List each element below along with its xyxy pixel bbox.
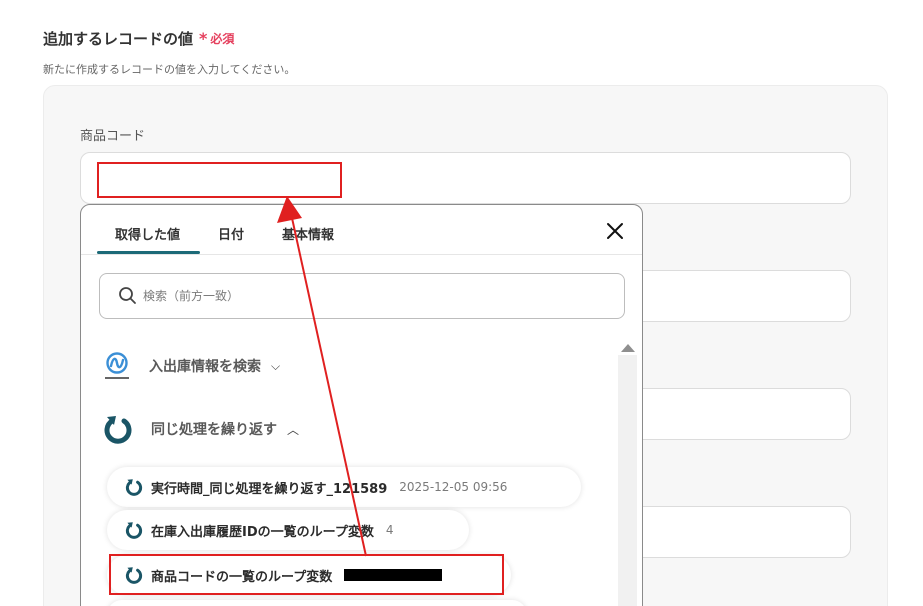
- section-title: 追加するレコードの値 * 必須: [43, 28, 234, 49]
- list-item[interactable]: 在庫入出庫履歴IDの一覧のループ変数 4: [107, 510, 469, 550]
- list-item[interactable]: [107, 600, 527, 606]
- asterisk-icon: *: [199, 29, 208, 48]
- item-label: 在庫入出庫履歴IDの一覧のループ変数: [151, 524, 374, 540]
- value-picker-popup: 取得した値 日付 基本情報 入出庫情報を検索 ⌵ 同じ処理を繰り返す ︿: [80, 204, 643, 606]
- annotation-highlight-input: [97, 162, 342, 198]
- field-label-product-code: 商品コード: [80, 129, 146, 144]
- chevron-up-icon: ︿: [287, 422, 300, 437]
- loop-icon: [125, 479, 143, 496]
- group-inventory-search[interactable]: 入出庫情報を検索 ⌵: [103, 351, 280, 381]
- tab-date[interactable]: 日付: [218, 224, 244, 243]
- section-title-text: 追加するレコードの値: [43, 30, 194, 48]
- active-tab-indicator: [97, 251, 200, 254]
- group-label: 同じ処理を繰り返す: [151, 422, 277, 438]
- search-icon: [119, 287, 136, 304]
- tab-bar: 取得した値 日付 基本情報: [81, 205, 642, 255]
- search-box: [99, 273, 625, 319]
- group-label: 入出庫情報を検索: [149, 359, 261, 375]
- tab-basic-info[interactable]: 基本情報: [282, 224, 334, 243]
- chevron-down-icon: ⌵: [271, 358, 281, 373]
- tab-acquired-values[interactable]: 取得した値: [115, 224, 180, 243]
- next-engine-logo-icon: [105, 352, 129, 379]
- loop-icon: [104, 416, 132, 444]
- search-input[interactable]: [143, 285, 603, 307]
- scroll-up-arrow-icon[interactable]: [621, 344, 635, 352]
- scrollbar-track[interactable]: [618, 355, 637, 606]
- item-label: 実行時間_同じ処理を繰り返す_121589: [151, 481, 388, 497]
- annotation-highlight-item: [109, 554, 504, 595]
- loop-icon: [125, 522, 143, 539]
- required-label: 必須: [210, 32, 235, 46]
- list-item[interactable]: 実行時間_同じ処理を繰り返す_121589 2025-12-05 09:56: [107, 467, 581, 507]
- required-badge: * 必須: [199, 29, 234, 48]
- close-icon[interactable]: [603, 219, 627, 243]
- group-loop[interactable]: 同じ処理を繰り返す ︿: [103, 413, 299, 445]
- section-description: 新たに作成するレコードの値を入力してください。: [43, 63, 296, 76]
- item-value: 4: [385, 523, 394, 537]
- item-value: 2025-12-05 09:56: [399, 480, 508, 494]
